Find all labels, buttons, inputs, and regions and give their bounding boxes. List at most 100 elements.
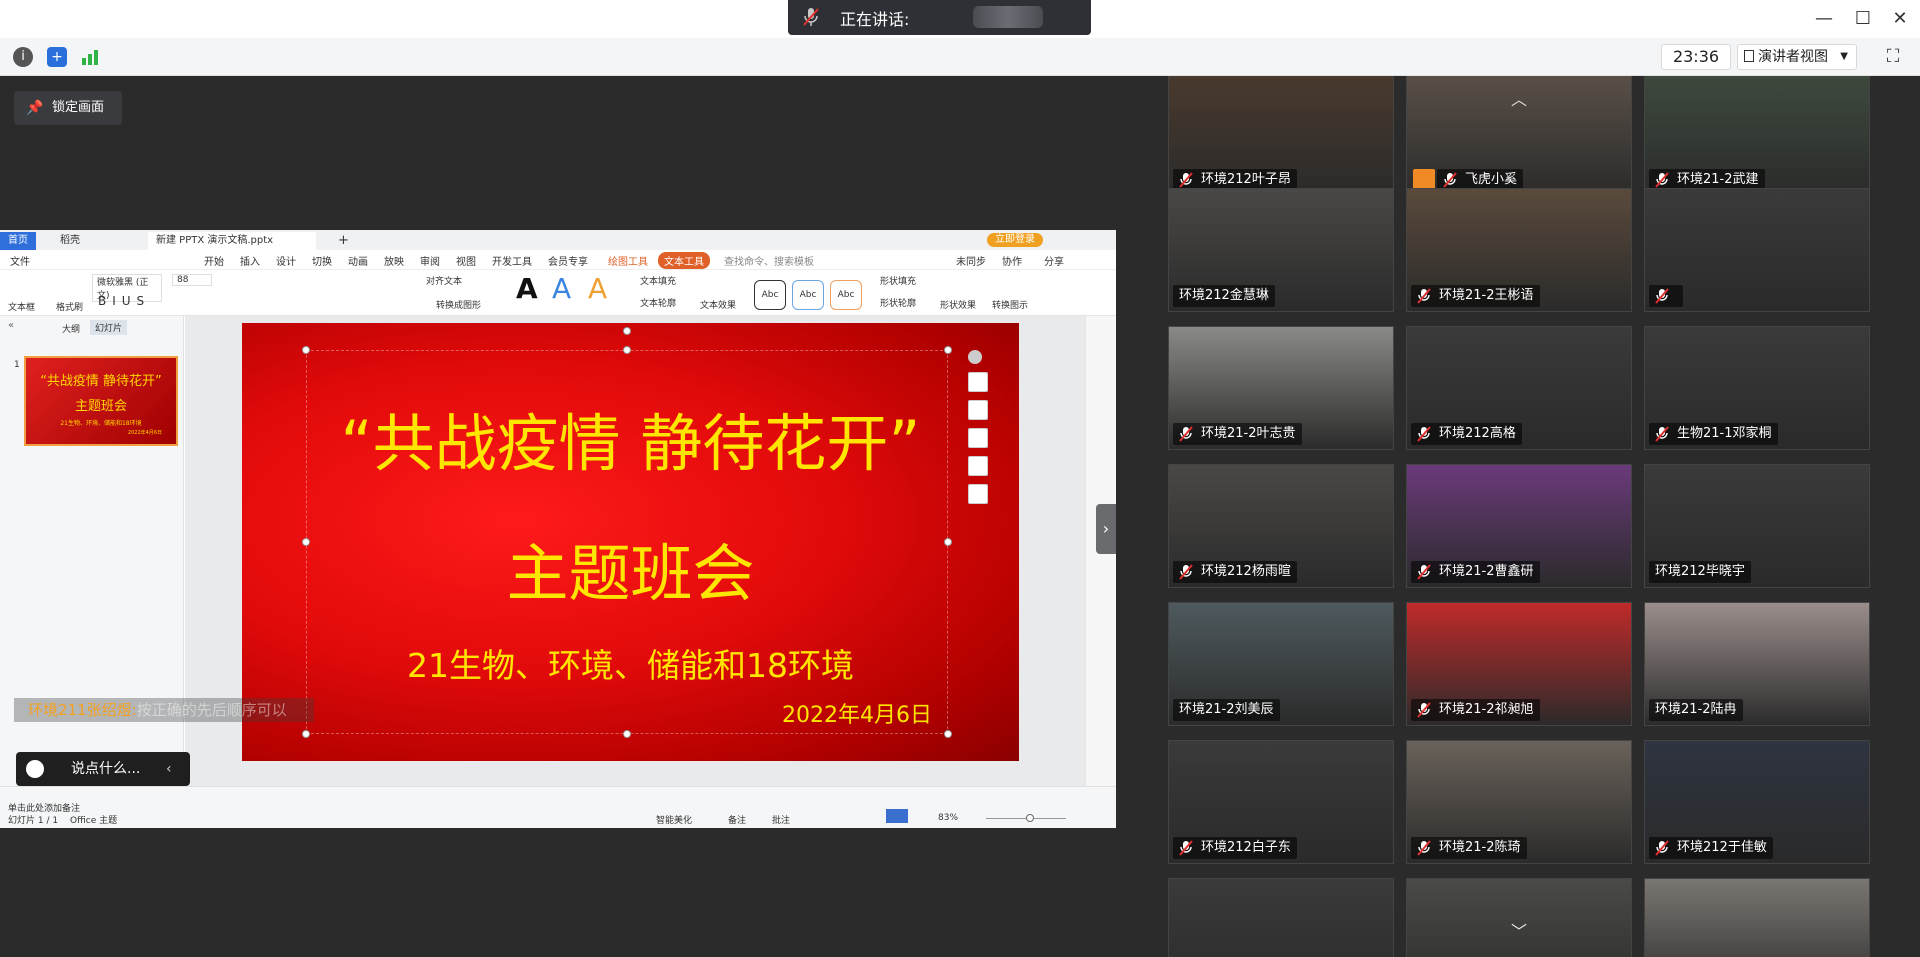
- ribbon-text-outline[interactable]: 文本轮廓: [640, 296, 676, 309]
- collaborate-button[interactable]: 协作: [1002, 253, 1022, 268]
- ribbon-shape-outline[interactable]: 形状轮廓: [880, 296, 916, 309]
- info-icon[interactable]: i: [13, 47, 33, 67]
- tab-home[interactable]: 首页: [0, 232, 36, 250]
- menu-drawing-tools[interactable]: 绘图工具: [608, 253, 648, 268]
- scroll-down-icon[interactable]: ﹀: [1499, 918, 1539, 944]
- menu-developer[interactable]: 开发工具: [492, 253, 532, 268]
- ribbon-textbox[interactable]: 文本框: [8, 300, 35, 313]
- chevron-left-icon[interactable]: ‹: [166, 752, 172, 786]
- style-preset-1[interactable]: Abc: [754, 280, 786, 310]
- ribbon-convert-diagram[interactable]: 转换图示: [992, 298, 1028, 311]
- ribbon-convert-shape[interactable]: 转换成图形: [436, 298, 481, 311]
- menu-transition[interactable]: 切换: [312, 253, 332, 268]
- menu-text-tools[interactable]: 文本工具: [658, 252, 710, 269]
- fullscreen-icon[interactable]: ⛶: [1882, 46, 1904, 68]
- participant-tile[interactable]: 环境21-2武建: [1644, 76, 1870, 196]
- participant-tile[interactable]: 环境21-2祁昶旭: [1406, 602, 1632, 726]
- ribbon-format-painter[interactable]: 格式刷: [56, 300, 83, 313]
- menu-member[interactable]: 会员专享: [548, 253, 588, 268]
- maximize-button[interactable]: ☐: [1852, 8, 1874, 30]
- participant-tile[interactable]: [1644, 878, 1870, 957]
- play-button[interactable]: [886, 809, 908, 823]
- menu-slideshow[interactable]: 放映: [384, 253, 404, 268]
- participant-tile[interactable]: 环境212杨雨暄: [1168, 464, 1394, 588]
- menu-view[interactable]: 视图: [456, 253, 476, 268]
- resize-handle[interactable]: [623, 346, 631, 354]
- smart-beautify-button[interactable]: 智能美化: [656, 813, 692, 826]
- participant-tile[interactable]: 环境21-2刘美辰: [1168, 602, 1394, 726]
- resize-handle[interactable]: [944, 538, 952, 546]
- tab-document[interactable]: 新建 PPTX 演示文稿.pptx: [148, 232, 316, 250]
- collapse-panel-icon[interactable]: «: [8, 320, 14, 331]
- ribbon-text-fill[interactable]: 文本填充: [640, 274, 676, 287]
- expand-panel-button[interactable]: ›: [1096, 504, 1116, 554]
- resize-handle[interactable]: [302, 538, 310, 546]
- tab-slides[interactable]: 幻灯片: [90, 320, 128, 335]
- chat-input-bar[interactable]: 说点什么... ‹: [16, 752, 190, 786]
- menu-animation[interactable]: 动画: [348, 253, 368, 268]
- wordart-orange[interactable]: A: [588, 272, 607, 305]
- participant-tile[interactable]: 环境21-2陈琦: [1406, 740, 1632, 864]
- zoom-slider-thumb[interactable]: [1026, 814, 1034, 822]
- resize-handle[interactable]: [623, 730, 631, 738]
- menu-design[interactable]: 设计: [276, 253, 296, 268]
- rotate-handle[interactable]: [623, 327, 631, 335]
- resize-handle[interactable]: [302, 730, 310, 738]
- eraser-icon[interactable]: [968, 400, 988, 420]
- minus-icon[interactable]: [968, 350, 982, 364]
- ribbon-align-text[interactable]: 对齐文本: [426, 274, 462, 287]
- security-shield-icon[interactable]: +: [47, 47, 67, 67]
- slide[interactable]: “共战疫情 静待花开” 主题班会 21生物、环境、储能和18环境 2022年4月…: [242, 323, 1019, 761]
- signal-icon[interactable]: [80, 47, 100, 67]
- style-preset-2[interactable]: Abc: [792, 280, 824, 310]
- login-button[interactable]: 立即登录: [987, 233, 1043, 247]
- menu-insert[interactable]: 插入: [240, 253, 260, 268]
- minimize-button[interactable]: —: [1813, 8, 1835, 30]
- participant-tile[interactable]: 生物21-1邓家桐: [1644, 326, 1870, 450]
- participant-tile[interactable]: 环境212金慧琳: [1168, 188, 1394, 312]
- participant-tile[interactable]: 环境212毕晓宇: [1644, 464, 1870, 588]
- location-icon[interactable]: [968, 456, 988, 476]
- pen-icon[interactable]: [968, 372, 988, 392]
- close-button[interactable]: ✕: [1889, 8, 1911, 30]
- crop-icon[interactable]: [968, 428, 988, 448]
- ribbon-shape-fill[interactable]: 形状填充: [880, 274, 916, 287]
- participant-tile[interactable]: 环境212叶子昂: [1168, 76, 1394, 196]
- menu-home[interactable]: 开始: [204, 253, 224, 268]
- layers-icon[interactable]: [968, 484, 988, 504]
- participant-tile[interactable]: 环境21-2叶志贵: [1168, 326, 1394, 450]
- scroll-up-icon[interactable]: ︿: [1499, 86, 1539, 112]
- participant-tile[interactable]: 环境21-2陆冉: [1644, 602, 1870, 726]
- wordart-black[interactable]: A: [516, 272, 538, 305]
- text-format-buttons[interactable]: BIUS: [98, 294, 150, 308]
- resize-handle[interactable]: [944, 730, 952, 738]
- participant-tile[interactable]: 环境212白子东: [1168, 740, 1394, 864]
- participant-tile[interactable]: 环境212于佳敏: [1644, 740, 1870, 864]
- new-tab-button[interactable]: +: [330, 232, 357, 250]
- ribbon-text-effect[interactable]: 文本效果: [700, 298, 736, 311]
- tab-outline[interactable]: 大纲: [62, 322, 80, 335]
- emoji-icon[interactable]: [26, 760, 44, 778]
- comments-toggle[interactable]: 批注: [772, 813, 790, 826]
- menu-file[interactable]: 文件: [10, 253, 30, 268]
- participant-tile[interactable]: 环境212高格: [1406, 326, 1632, 450]
- font-size-select[interactable]: 88: [172, 274, 212, 286]
- resize-handle[interactable]: [302, 346, 310, 354]
- share-button[interactable]: 分享: [1044, 253, 1064, 268]
- resize-handle[interactable]: [944, 346, 952, 354]
- participant-tile[interactable]: [1168, 878, 1394, 957]
- slide-thumbnail[interactable]: “共战疫情 静待花开” 主题班会 21生物、环境、储能和18环境 2022年4月…: [24, 356, 178, 446]
- participant-tile[interactable]: 环境21-2曹鑫研: [1406, 464, 1632, 588]
- style-preset-3[interactable]: Abc: [830, 280, 862, 310]
- view-mode-dropdown[interactable]: 演讲者视图 ▼: [1737, 44, 1857, 70]
- lock-screen-button[interactable]: 📌 锁定画面: [14, 91, 122, 125]
- tab-docer[interactable]: 稻壳: [52, 232, 88, 250]
- command-search-input[interactable]: 查找命令、搜索模板: [724, 253, 814, 268]
- ribbon-shape-effect[interactable]: 形状效果: [940, 298, 976, 311]
- sync-status[interactable]: 未同步: [956, 253, 986, 268]
- menu-review[interactable]: 审阅: [420, 253, 440, 268]
- wordart-blue[interactable]: A: [552, 272, 571, 305]
- notes-toggle[interactable]: 备注: [728, 813, 746, 826]
- participant-tile[interactable]: 环境21-2王彬语: [1406, 188, 1632, 312]
- participant-tile[interactable]: [1644, 188, 1870, 312]
